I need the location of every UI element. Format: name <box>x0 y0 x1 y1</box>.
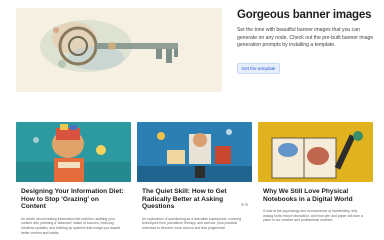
card-body: Designing Your Information Diet: How to … <box>16 182 131 235</box>
get-template-button[interactable]: Get the template <box>237 62 280 74</box>
card-description: A look at the psychology and neuroscienc… <box>263 209 363 223</box>
card-title: Why We Still Love Physical Notebooks in … <box>263 188 353 203</box>
pagination-dot[interactable] <box>240 203 244 206</box>
hero-title: Gorgeous banner images <box>237 9 372 21</box>
card-body: The Quiet Skill: How to Get Radically Be… <box>137 182 252 231</box>
hero-banner-image <box>16 8 222 92</box>
card-image <box>16 122 131 182</box>
card-image <box>137 122 252 182</box>
pagination-dot[interactable] <box>245 203 248 206</box>
card-image <box>258 122 373 182</box>
article-card[interactable]: Designing Your Information Diet: How to … <box>16 122 131 240</box>
hero-text-block: Gorgeous banner images Set the tone with… <box>237 8 377 75</box>
card-title: Designing Your Information Diet: How to … <box>21 188 124 211</box>
article-card[interactable]: The Quiet Skill: How to Get Radically Be… <box>137 122 252 240</box>
card-title: The Quiet Skill: How to Get Radically Be… <box>142 188 227 211</box>
article-card[interactable]: Why We Still Love Physical Notebooks in … <box>258 122 373 240</box>
card-body: Why We Still Love Physical Notebooks in … <box>258 182 373 223</box>
hero-description: Set the tone with beautiful banner image… <box>237 27 374 49</box>
card-pagination[interactable] <box>240 203 248 206</box>
card-description: An article about treating information li… <box>21 216 121 235</box>
card-description: An exploration of questioning as a learn… <box>142 216 242 230</box>
